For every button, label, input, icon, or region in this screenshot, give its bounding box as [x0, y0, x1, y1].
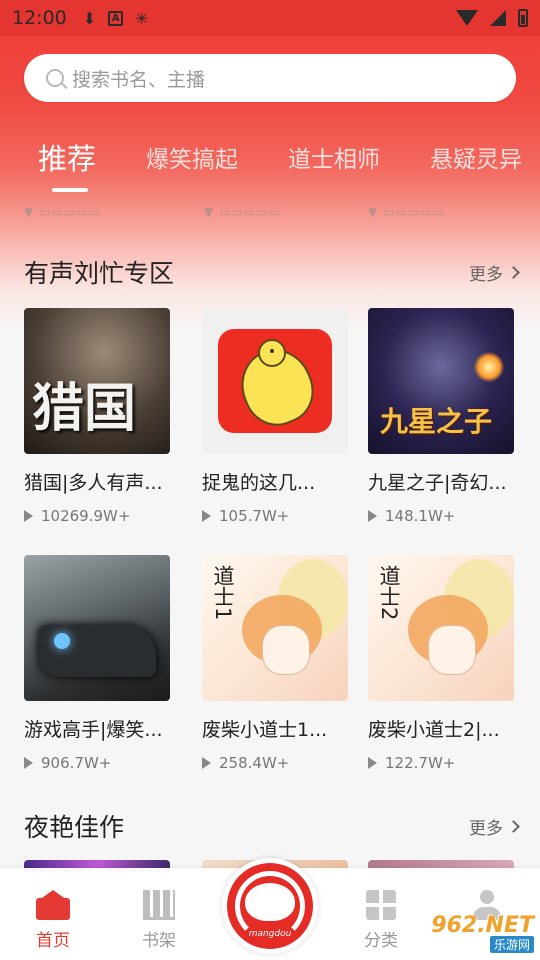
scrolled-row-fragment: ▼ ▭▭▭▭▭	[24, 205, 101, 219]
play-count-value: 10269.9W+	[41, 507, 131, 525]
book-cover[interactable]	[202, 308, 348, 454]
play-count: 10269.9W+	[24, 507, 170, 525]
tab-home[interactable]: 首页	[18, 890, 88, 951]
book-cover[interactable]: 猎国	[24, 308, 170, 454]
category-icon	[366, 890, 396, 920]
more-label: 更多	[469, 265, 503, 285]
book-cover[interactable]: 道士2	[368, 555, 514, 701]
search-bar[interactable]: 搜索书名、主播	[24, 54, 516, 102]
watermark: 962.NET 乐游网	[404, 906, 540, 960]
book-card[interactable]: 九星之子 九星之子|奇幻... 148.1W+	[368, 308, 514, 525]
download-icon: ⬇	[82, 8, 97, 28]
chevron-right-icon	[507, 820, 520, 833]
tab-category-label: 分类	[364, 931, 398, 951]
watermark-sub: 乐游网	[489, 936, 534, 953]
play-count-value: 122.7W+	[385, 754, 456, 772]
book-card[interactable]: 猎国 猎国|多人有声... 10269.9W+	[24, 308, 170, 525]
wifi-icon	[456, 10, 478, 26]
play-count: 105.7W+	[202, 507, 348, 525]
play-count-value: 906.7W+	[41, 754, 112, 772]
cover-title-art: 道士2	[377, 565, 401, 621]
section-title: 夜艳佳作	[24, 813, 125, 842]
tab-taoist[interactable]: 道士相师	[288, 140, 380, 174]
battery-icon	[518, 9, 528, 27]
active-tab-indicator	[52, 188, 88, 192]
mangdou-logo-icon: mangdou	[227, 863, 313, 949]
center-player-button[interactable]: mangdou	[222, 858, 318, 954]
tab-suspense[interactable]: 悬疑灵异	[430, 140, 522, 174]
tab-home-label: 首页	[36, 931, 70, 951]
play-icon	[368, 757, 377, 769]
logo-brand-text: mangdou	[248, 929, 292, 939]
bookshelf-icon	[143, 890, 175, 920]
more-link[interactable]: 更多	[469, 814, 520, 839]
book-card[interactable]: 道士2 废柴小道士2|... 122.7W+	[368, 555, 514, 772]
play-icon	[202, 757, 211, 769]
play-count-value: 148.1W+	[385, 507, 456, 525]
play-icon	[368, 510, 377, 522]
a-badge-icon: A	[108, 10, 124, 26]
play-count: 122.7W+	[368, 754, 514, 772]
tab-bookshelf[interactable]: 书架	[124, 890, 194, 951]
play-icon	[24, 510, 33, 522]
search-icon	[46, 69, 64, 87]
book-cover[interactable]	[24, 555, 170, 701]
book-title[interactable]: 猎国|多人有声...	[24, 468, 170, 495]
watermark-logo: 962.NET	[431, 913, 534, 938]
book-card[interactable]: 游戏高手|爆笑... 906.7W+	[24, 555, 170, 772]
scrolled-row-fragment: ▼ ▭▭▭▭▭	[204, 205, 281, 219]
search-input[interactable]: 搜索书名、主播	[72, 65, 205, 92]
chick-logo-icon	[218, 329, 332, 433]
bug-icon: ✳	[135, 8, 149, 28]
tab-funny[interactable]: 爆笑搞起	[146, 140, 238, 174]
play-icon	[24, 757, 33, 769]
play-count-value: 258.4W+	[219, 754, 290, 772]
signal-icon	[490, 10, 506, 26]
book-title[interactable]: 废柴小道士1...	[202, 715, 348, 742]
tab-recommend[interactable]: 推荐	[38, 136, 96, 178]
more-link[interactable]: 更多	[469, 260, 520, 285]
home-icon	[36, 890, 70, 920]
more-label: 更多	[469, 819, 503, 839]
play-count: 906.7W+	[24, 754, 170, 772]
play-count: 258.4W+	[202, 754, 348, 772]
cover-title-art: 九星之子	[380, 405, 493, 438]
cover-title-art: 道士1	[211, 565, 235, 621]
section-title: 有声刘忙专区	[24, 259, 175, 288]
cover-title-art: 猎国	[32, 378, 137, 439]
status-bar: 12:00 ⬇ A ✳	[0, 0, 540, 36]
chevron-right-icon	[507, 266, 520, 279]
book-title[interactable]: 捉鬼的这几...	[202, 468, 348, 495]
play-count: 148.1W+	[368, 507, 514, 525]
play-icon	[202, 510, 211, 522]
book-card[interactable]: 捉鬼的这几... 105.7W+	[202, 308, 348, 525]
book-title[interactable]: 九星之子|奇幻...	[368, 468, 514, 495]
scrolled-row-fragment: ▼ ▭▭▭▭▭	[368, 205, 445, 219]
status-time: 12:00	[12, 7, 67, 29]
book-cover[interactable]: 道士1	[202, 555, 348, 701]
tab-bookshelf-label: 书架	[142, 931, 176, 951]
book-cover[interactable]: 九星之子	[368, 308, 514, 454]
play-count-value: 105.7W+	[219, 507, 290, 525]
book-card[interactable]: 道士1 废柴小道士1... 258.4W+	[202, 555, 348, 772]
book-title[interactable]: 废柴小道士2|...	[368, 715, 514, 742]
book-title[interactable]: 游戏高手|爆笑...	[24, 715, 170, 742]
